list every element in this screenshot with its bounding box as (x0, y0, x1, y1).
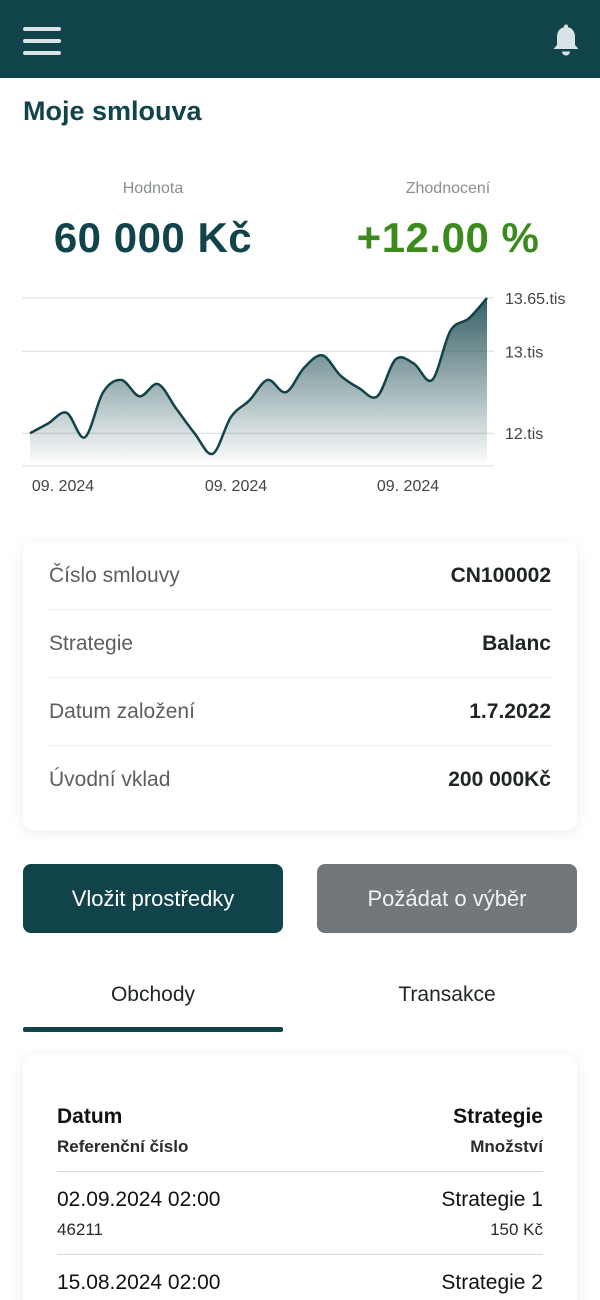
contract-row-strategy: Strategie Balanc (49, 610, 551, 678)
y-tick-label: 12.tis (505, 426, 543, 443)
trades-table: Datum Referenční číslo Strategie Množstv… (23, 1055, 577, 1300)
header-strategy: Strategie (453, 1105, 543, 1128)
withdraw-button[interactable]: Požádat o výběr (317, 864, 577, 933)
contract-row-date: Datum založení 1.7.2022 (49, 678, 551, 746)
active-tab-indicator (23, 1027, 283, 1032)
value-label: Hodnota (122, 180, 184, 197)
contract-row-deposit: Úvodní vklad 200 000Kč (49, 746, 551, 814)
trade-date: 02.09.2024 02:00 (57, 1188, 221, 1211)
table-row[interactable]: 02.09.2024 02:00 46211 Strategie 1 150 K… (57, 1172, 543, 1255)
trade-strategy: Strategie 2 (441, 1271, 543, 1294)
trade-amount: 150 Kč (490, 1220, 543, 1239)
page-title: Moje smlouva (23, 96, 202, 126)
x-tick-label: 09. 2024 (377, 478, 439, 495)
value-chart: 13.65.tis 13.tis 12.tis 09. 2024 09. 2024 09.… (0, 280, 600, 510)
bell-icon[interactable] (550, 24, 582, 58)
initial-deposit-value: 200 000Kč (448, 768, 551, 791)
y-tick-label: 13.tis (505, 344, 543, 361)
header-amount: Množství (470, 1137, 543, 1156)
trade-strategy: Strategie 1 (441, 1188, 543, 1211)
deposit-button[interactable]: Vložit prostředky (23, 864, 283, 933)
strategy-value: Balanc (482, 631, 551, 655)
top-app-bar (0, 0, 600, 78)
header-ref: Referenční číslo (57, 1137, 189, 1156)
tab-transactions[interactable]: Transakce (317, 983, 577, 1007)
y-tick-label: 13.65.tis (505, 291, 565, 308)
x-tick-label: 09. 2024 (32, 478, 94, 495)
gain-label: Zhodnocení (405, 180, 491, 197)
value-chart-svg: 13.65.tis 13.tis 12.tis 09. 2024 09. 2024 09.… (22, 291, 565, 495)
value-amount: 60 000 Kč (53, 214, 253, 261)
tab-trades[interactable]: Obchody (23, 983, 283, 1007)
table-row[interactable]: 15.08.2024 02:00 Strategie 2 (57, 1255, 543, 1300)
trades-table-header: Datum Referenční číslo Strategie Množstv… (57, 1105, 543, 1172)
chart-area (30, 298, 487, 466)
header-date: Datum (57, 1105, 123, 1128)
contract-info-card: Číslo smlouvy CN100002 Strategie Balanc … (23, 542, 577, 830)
value-kpi: Hodnota 60 000 Kč (3, 180, 303, 262)
hamburger-menu-icon[interactable] (23, 27, 61, 55)
contract-number-label: Číslo smlouvy (49, 563, 180, 587)
gain-kpi: Zhodnocení +12.00 % (298, 180, 598, 262)
x-tick-label: 09. 2024 (205, 478, 267, 495)
contract-number-value: CN100002 (450, 563, 551, 587)
founded-date-value: 1.7.2022 (469, 699, 551, 723)
founded-date-label: Datum založení (49, 699, 195, 723)
trade-date: 15.08.2024 02:00 (57, 1271, 221, 1294)
gain-percent: +12.00 % (356, 214, 540, 261)
initial-deposit-label: Úvodní vklad (49, 768, 171, 791)
strategy-label: Strategie (49, 631, 134, 655)
contract-row-number: Číslo smlouvy CN100002 (49, 542, 551, 610)
trade-ref: 46211 (57, 1220, 104, 1239)
